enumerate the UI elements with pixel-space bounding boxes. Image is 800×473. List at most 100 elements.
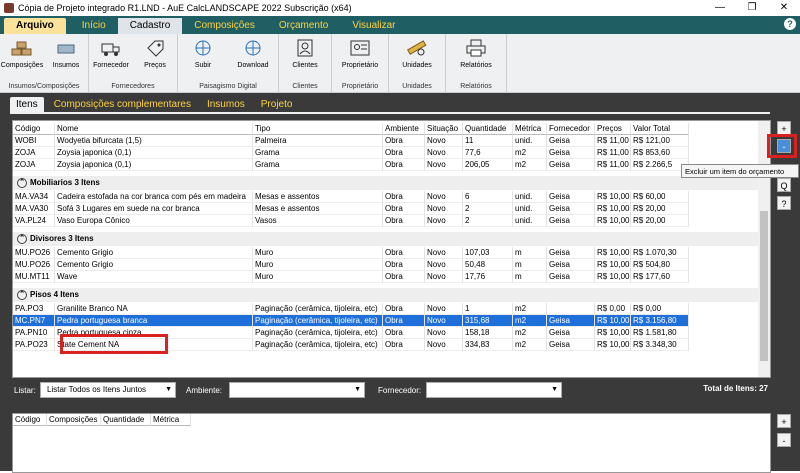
column-header[interactable]: Valor Total [631,123,689,135]
table-cell: R$ 3.348,30 [631,339,689,351]
table-row[interactable]: WOBI Wodyetia bifurcata (1,5) Palmeira Obra… [13,135,770,147]
tooltip: Excluir um item do orçamento [681,164,799,178]
table-cell: Novo [425,191,463,203]
group-insumos-composicoes: Composições Insumos Insumos/Composições [0,34,89,92]
tab-insumos[interactable]: Insumos [201,97,251,113]
unidades-button[interactable]: Unidades [389,34,445,78]
column-header[interactable]: Preços [595,123,631,135]
table-cell: R$ 10,00 [595,215,631,227]
compositions-table[interactable]: Código Composições Quantidade Métrica [12,413,771,473]
group-header[interactable]: ⌃ Divisores 3 Itens [13,232,758,246]
column-header[interactable]: Nome [55,123,253,135]
table-row[interactable]: PA.PO3 Granilite Branco NA Paginação (cerâ… [13,303,770,315]
table-cell: 1 [463,303,513,315]
table-cell: Muro [253,259,383,271]
table-row[interactable]: VA.PL24 Vaso Europa Cônico Vasos Obra Novo 2 u… [13,215,770,227]
table-cell: Paginação (cerâmica, tijoleira, etc) [253,339,383,351]
group-header[interactable]: ⌃ Mobiliarios 3 Itens [13,176,758,190]
table-cell: 2 [463,215,513,227]
table-cell: R$ 10,00 [595,327,631,339]
insumos-button[interactable]: Insumos [44,34,88,78]
table-row[interactable]: ZOJA Zoysia japonica (0,1) Grama Obra Novo 20… [13,159,770,171]
tab-arquivo[interactable]: Arquivo [4,18,66,34]
table-row[interactable]: MA.VA34 Cadeira estofada na cor branca co… [13,191,770,203]
owner-card-icon [349,38,371,58]
precos-button[interactable]: Preços [133,34,177,78]
add-composition-button[interactable]: + [777,414,791,428]
column-header[interactable]: Código [13,123,55,135]
column-header[interactable]: Situação [425,123,463,135]
close-icon[interactable]: ✕ [768,0,800,16]
table-row[interactable]: MU.MT11 Wave Muro Obra Novo 17,76 m Geisa R$ 10,… [13,271,770,283]
table-cell: Novo [425,271,463,283]
table-cell: Geisa [547,339,595,351]
table-cell: 334,83 [463,339,513,351]
price-tag-icon [144,38,166,58]
tab-composicoes-complementares[interactable]: Composições complementares [48,97,197,113]
add-item-button[interactable]: + [777,121,791,135]
table-cell: R$ 1.581,80 [631,327,689,339]
title-bar: Cópia de Projeto integrado R1.LND - AuE … [0,0,800,16]
tab-itens[interactable]: Itens [10,97,44,113]
table-cell: m2 [513,303,547,315]
table-row[interactable]: MU.PO26 Cemento Grigio Muro Obra Novo 50,48 m G… [13,259,770,271]
table-cell: Cemento Grigio [55,247,253,259]
column-header[interactable]: Composições [47,414,101,426]
group-header[interactable]: ⌃ Pisos 4 Itens [13,288,758,302]
table-cell: 315,68 [463,315,513,327]
tab-projeto[interactable]: Projeto [255,97,299,113]
help-item-button[interactable]: ? [777,196,791,210]
column-header[interactable]: Ambiente [383,123,425,135]
chevron-down-icon: ▼ [165,386,172,393]
tab-inicio[interactable]: Início [70,18,118,34]
table-cell: Vasos [253,215,383,227]
help-icon[interactable]: ? [784,18,796,30]
clientes-button[interactable]: Clientes [279,34,331,78]
column-header[interactable]: Quantidade [463,123,513,135]
relatorios-button[interactable]: Relatórios [446,34,506,78]
fornecedor-button[interactable]: Fornecedor [89,34,133,78]
tab-cadastro[interactable]: Cadastro [117,18,183,34]
table-cell: R$ 11,00 [595,135,631,147]
proprietario-button[interactable]: Proprietário [332,34,388,78]
minimize-icon[interactable]: — [704,0,736,16]
remove-composition-button[interactable]: - [777,433,791,447]
collapse-icon[interactable]: ⌃ [17,289,27,300]
total-items: Total de Itens: 27 [703,384,768,393]
column-header[interactable]: Fornecedor [547,123,595,135]
tab-orcamento[interactable]: Orçamento [267,18,340,34]
search-item-button[interactable]: Q [777,178,791,192]
table-cell: m2 [513,315,547,327]
table-cell: unid. [513,191,547,203]
table-row[interactable]: MU.PO26 Cemento Grigio Muro Obra Novo 107,03 m… [13,247,770,259]
column-header[interactable]: Quantidade [101,414,151,426]
download-button[interactable]: Download [228,34,278,78]
collapse-icon[interactable]: ⌃ [17,233,27,244]
table-cell: Geisa [547,259,595,271]
ambiente-select[interactable]: ▼ [229,382,365,398]
composicoes-button[interactable]: Composições [0,34,44,78]
column-header[interactable]: Código [13,414,47,426]
group-label: Fornecedores [111,83,155,90]
column-header[interactable]: Métrica [513,123,547,135]
group-label: Insumos/Composições [8,83,80,90]
table-row[interactable]: MA.VA30 Sofá 3 Lugares em suede na cor br… [13,203,770,215]
tab-visualizar[interactable]: Visualizar [340,18,407,34]
table-cell: Geisa [547,315,595,327]
subir-button[interactable]: Subir [178,34,228,78]
fornecedor-select[interactable]: ▼ [426,382,562,398]
table-cell: 206,05 [463,159,513,171]
table-cell: Geisa [547,135,595,147]
column-header[interactable]: Métrica [151,414,191,426]
table-cell: Obra [383,159,425,171]
tab-composicoes[interactable]: Composições [182,18,267,34]
table-cell: R$ 177,60 [631,271,689,283]
maximize-icon[interactable]: ❐ [736,0,768,16]
table-cell: m [513,259,547,271]
listar-select[interactable]: Listar Todos os Itens Juntos ▼ [40,382,176,398]
column-header[interactable]: Tipo [253,123,383,135]
collapse-icon[interactable]: ⌃ [17,177,27,188]
table-row[interactable]: ZOJA Zoysia japonica (0,1) Grama Obra Novo 77… [13,147,770,159]
table-cell: 77,6 [463,147,513,159]
table-row[interactable]: MC.PN7 Pedra portuguesa branca Paginação (… [13,315,770,327]
